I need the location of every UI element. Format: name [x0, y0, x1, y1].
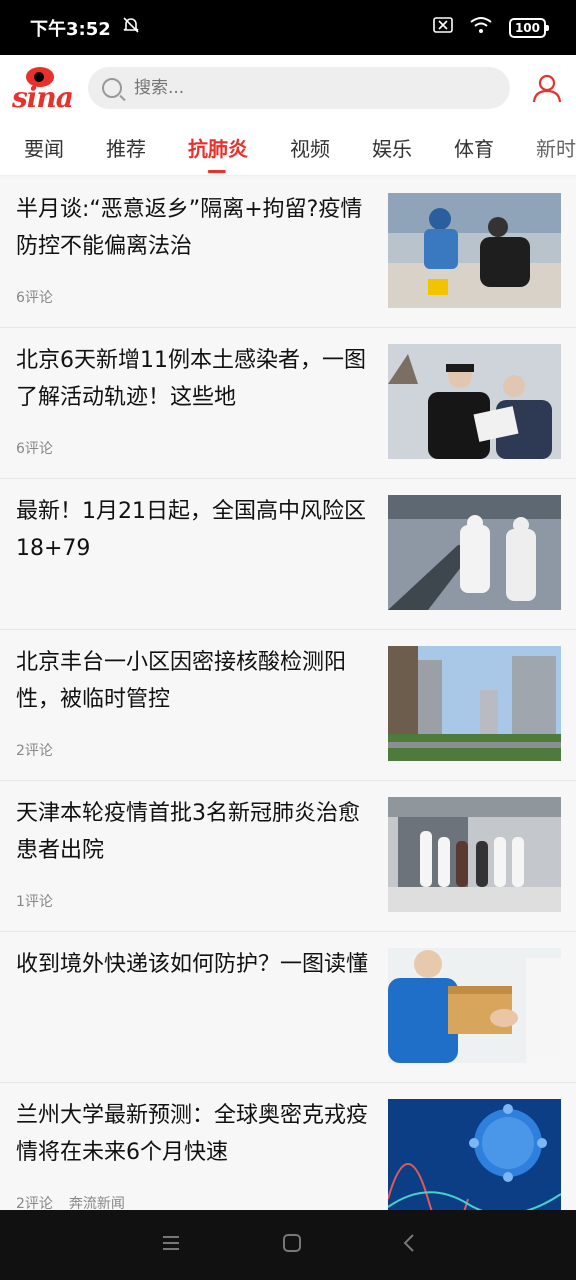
comment-count: 2评论 — [16, 743, 53, 759]
news-thumbnail — [388, 193, 561, 308]
news-title: 天津本轮疫情首批3名新冠肺炎治愈患者出院 — [16, 801, 360, 863]
user-icon — [532, 74, 562, 102]
news-item[interactable]: 北京6天新增11例本土感染者，一图了解活动轨迹！这些地 6评论 — [0, 328, 576, 479]
tab-new-era[interactable]: 新时 — [512, 120, 576, 175]
comment-count: 6评论 — [16, 290, 53, 306]
news-meta: 6评论 — [16, 438, 53, 458]
news-thumbnail — [388, 797, 561, 912]
search-bar[interactable] — [88, 66, 510, 109]
news-item[interactable]: 半月谈:“恶意返乡”隔离+拘留?疫情防控不能偏离法治 6评论 — [0, 177, 576, 328]
news-title: 兰州大学最新预测：全球奥密克戎疫情将在未来6个月快速 — [16, 1103, 369, 1165]
home-icon[interactable] — [282, 1233, 302, 1257]
news-item[interactable]: 收到境外快递该如何防护？一图读懂 — [0, 932, 576, 1083]
news-meta: 2评论 奔流新闻 — [16, 1193, 125, 1210]
news-item[interactable]: 天津本轮疫情首批3名新冠肺炎治愈患者出院 1评论 — [0, 781, 576, 932]
status-bar: 下午3:52 100 — [0, 0, 576, 55]
news-thumbnail — [388, 344, 561, 459]
comment-count: 2评论 — [16, 1196, 53, 1210]
bell-muted-icon — [121, 15, 141, 40]
tab-sports[interactable]: 体育 — [430, 120, 512, 175]
system-nav-bar — [0, 1210, 576, 1280]
news-thumbnail — [388, 646, 561, 761]
channel-tabs: 要闻 推荐 抗肺炎 视频 娱乐 体育 新时 — [0, 120, 576, 176]
search-input[interactable] — [134, 77, 434, 98]
comment-count: 1评论 — [16, 894, 53, 910]
menu-icon[interactable] — [160, 1234, 182, 1256]
comment-count: 6评论 — [16, 441, 53, 457]
news-meta: 6评论 — [16, 287, 53, 307]
news-item[interactable]: 兰州大学最新预测：全球奥密克戎疫情将在未来6个月快速 2评论 奔流新闻 — [0, 1083, 576, 1210]
logo-text: sina — [12, 80, 74, 114]
news-meta: 2评论 — [16, 740, 53, 760]
news-title: 最新！1月21日起，全国高中风险区18+79 — [16, 499, 366, 561]
tab-recommended[interactable]: 推荐 — [82, 120, 164, 175]
news-source: 奔流新闻 — [68, 1196, 125, 1210]
news-feed: 半月谈:“恶意返乡”隔离+拘留?疫情防控不能偏离法治 6评论 北京6天新增11例… — [0, 177, 576, 1210]
news-meta: 1评论 — [16, 891, 53, 911]
news-thumbnail — [388, 948, 561, 1063]
news-thumbnail — [388, 495, 561, 610]
sina-logo[interactable]: sina — [12, 65, 78, 114]
news-thumbnail — [388, 1099, 561, 1210]
news-item[interactable]: 最新！1月21日起，全国高中风险区18+79 — [0, 479, 576, 630]
tab-entertainment[interactable]: 娱乐 — [348, 120, 430, 175]
user-profile-button[interactable] — [530, 71, 564, 105]
sim-icon — [433, 17, 453, 38]
news-title: 北京丰台一小区因密接核酸检测阳性，被临时管控 — [16, 650, 347, 712]
news-title: 半月谈:“恶意返乡”隔离+拘留?疫情防控不能偏离法治 — [16, 197, 363, 259]
news-title: 北京6天新增11例本土感染者，一图了解活动轨迹！这些地 — [16, 348, 366, 410]
tab-video[interactable]: 视频 — [266, 120, 348, 175]
tab-news[interactable]: 要闻 — [0, 120, 82, 175]
news-item[interactable]: 北京丰台一小区因密接核酸检测阳性，被临时管控 2评论 — [0, 630, 576, 781]
status-time: 下午3:52 — [30, 18, 111, 40]
battery-indicator: 100 — [508, 17, 550, 38]
search-icon — [102, 77, 122, 98]
back-icon[interactable] — [402, 1233, 416, 1257]
news-title: 收到境外快递该如何防护？一图读懂 — [16, 952, 369, 977]
wifi-icon — [469, 16, 493, 39]
tab-anti-pneumonia[interactable]: 抗肺炎 — [164, 120, 266, 175]
app-header: sina — [0, 55, 576, 120]
